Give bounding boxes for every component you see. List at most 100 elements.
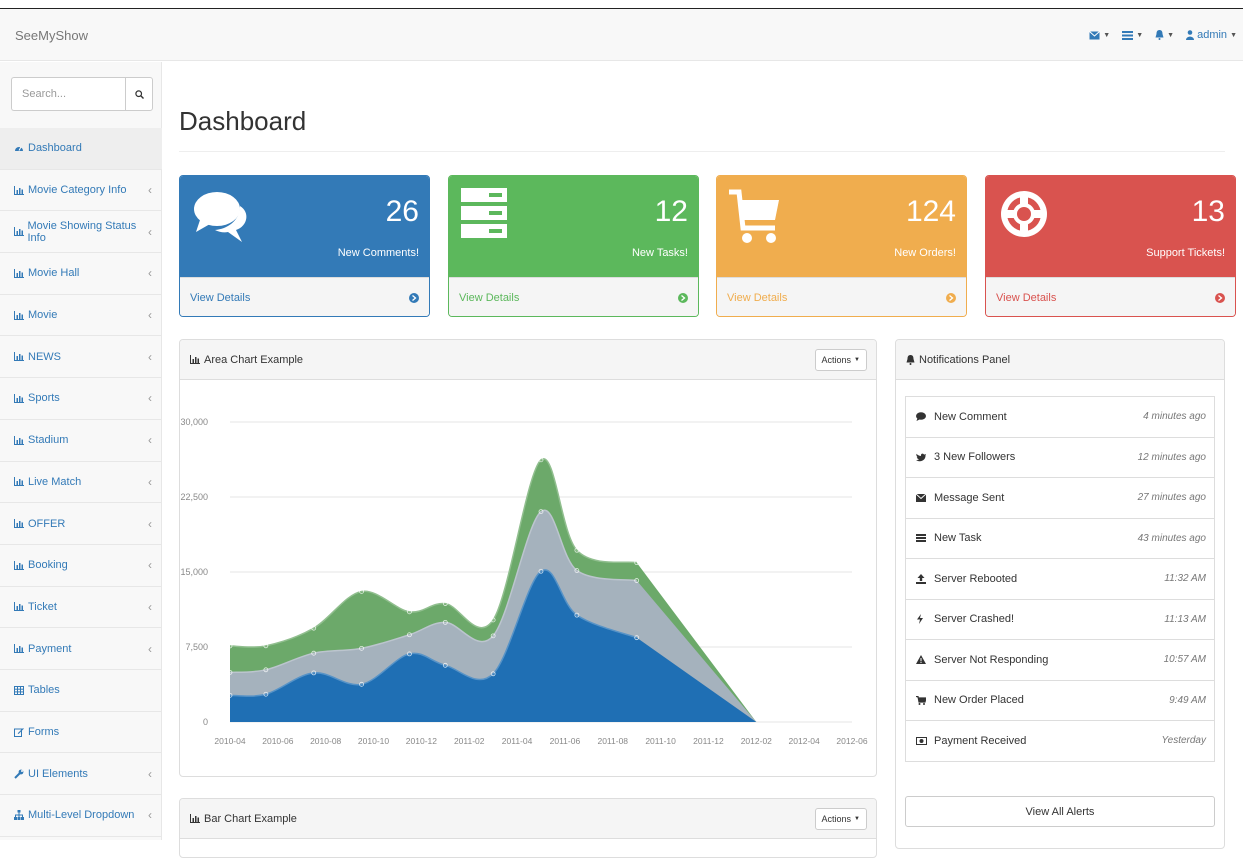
page-title: Dashboard: [179, 106, 1225, 152]
sidebar-item-label: Ticket: [28, 600, 57, 613]
notification-label: New Comment: [934, 410, 1007, 423]
x-tick-label: 2011-12: [693, 736, 724, 746]
brand[interactable]: SeeMyShow: [15, 28, 88, 43]
view-details-link[interactable]: View Details: [986, 277, 1235, 316]
stat-card-support-tickets: 13 Support Tickets! View Details: [985, 175, 1236, 317]
actions-label: Actions: [821, 355, 852, 365]
sidebar-item-payment[interactable]: Payment ‹: [0, 628, 162, 670]
sidebar-item-label: Sports: [28, 392, 60, 405]
notification-item[interactable]: 3 New Followers 12 minutes ago: [905, 436, 1215, 478]
stat-card-new-tasks: 12 New Tasks! View Details: [448, 175, 699, 317]
sidebar-item-movie-hall[interactable]: Movie Hall ‹: [0, 253, 162, 295]
sidebar-item-movie[interactable]: Movie ‹: [0, 295, 162, 337]
y-tick-label: 7,500: [185, 642, 208, 652]
notification-time: Yesterday: [1161, 735, 1206, 747]
twitter-icon: [916, 453, 930, 462]
sidebar-item-label: Movie: [28, 309, 58, 322]
view-details-link[interactable]: View Details: [449, 277, 698, 316]
view-details-link[interactable]: View Details: [717, 277, 966, 316]
sidebar-item-movie-showing-status-info[interactable]: Movie Showing Status Info ‹: [0, 211, 162, 254]
bar-chart-icon: [14, 310, 26, 320]
sidebar-item-sports[interactable]: Sports ‹: [0, 378, 162, 420]
search-button[interactable]: [125, 77, 153, 111]
sidebar-item-offer[interactable]: OFFER ‹: [0, 503, 162, 545]
actions-dropdown[interactable]: Actions ▼: [814, 808, 867, 830]
panel-title: Notifications Panel: [919, 353, 1011, 366]
bar-chart-icon: [14, 560, 26, 570]
user-label: admin: [1197, 29, 1228, 41]
notification-item[interactable]: New Order Placed 9:49 AM: [905, 679, 1215, 721]
sidebar-item-stadium[interactable]: Stadium ‹: [0, 420, 162, 462]
bar-chart-icon: [14, 268, 26, 278]
stat-card-new-orders: 124 New Orders! View Details: [716, 175, 967, 317]
sidebar-item-movie-category-info[interactable]: Movie Category Info ‹: [0, 170, 162, 212]
caret-down-icon: ▼: [1103, 31, 1111, 39]
sidebar-item-forms[interactable]: Forms: [0, 712, 162, 754]
x-tick-label: 2011-06: [550, 736, 581, 746]
panel-heading: Bar Chart Example Actions ▼: [180, 799, 876, 839]
user-dropdown[interactable]: admin ▼: [1186, 29, 1237, 41]
arrow-circle-right-icon: [678, 293, 688, 303]
sidebar-item-label: Movie Category Info: [28, 184, 127, 197]
chevron-left-icon: ‹: [148, 516, 152, 531]
bar-chart-icon: [14, 227, 25, 237]
chevron-left-icon: ‹: [148, 599, 152, 614]
chevron-left-icon: ‹: [148, 266, 152, 281]
notification-item[interactable]: Server Not Responding 10:57 AM: [905, 639, 1215, 681]
envelope-icon: [1089, 30, 1101, 40]
x-tick-label: 2010-10: [358, 736, 389, 746]
sidebar-item-label: UI Elements: [28, 767, 88, 780]
table-icon: [14, 685, 26, 695]
caret-down-icon: ▼: [1136, 31, 1144, 39]
notification-item[interactable]: New Comment 4 minutes ago: [905, 396, 1215, 438]
x-tick-label: 2012-02: [741, 736, 772, 746]
chevron-left-icon: ‹: [148, 349, 152, 364]
warning-icon: [916, 655, 930, 665]
stat-label: New Orders!: [894, 247, 956, 259]
sidebar-item-live-match[interactable]: Live Match ‹: [0, 462, 162, 504]
notification-item[interactable]: Server Crashed! 11:13 AM: [905, 598, 1215, 640]
comment-icon: [916, 412, 930, 422]
actions-dropdown[interactable]: Actions ▼: [814, 349, 867, 371]
stat-heading: 13 Support Tickets!: [986, 176, 1235, 277]
actions-label: Actions: [821, 814, 852, 824]
alerts-dropdown[interactable]: ▼: [1155, 30, 1174, 40]
search-input[interactable]: [11, 77, 125, 111]
sidebar-item-ui-elements[interactable]: UI Elements ‹: [0, 753, 162, 795]
sidebar-item-tables[interactable]: Tables: [0, 670, 162, 712]
bar-chart-icon: [14, 644, 26, 654]
y-tick-label: 15,000: [180, 567, 208, 577]
view-all-alerts-button[interactable]: View All Alerts: [905, 796, 1215, 827]
x-tick-label: 2010-06: [262, 736, 293, 746]
y-tick-label: 22,500: [180, 492, 208, 502]
sidebar-item-label: Movie Hall: [28, 267, 80, 280]
notification-item[interactable]: Payment Received Yesterday: [905, 720, 1215, 762]
comments-icon: [192, 188, 250, 246]
notification-item[interactable]: Server Rebooted 11:32 AM: [905, 558, 1215, 600]
panel-heading: Notifications Panel: [896, 340, 1224, 380]
sidebar-item-multi-level-dropdown[interactable]: Multi-Level Dropdown ‹: [0, 795, 162, 837]
money-icon: [916, 736, 930, 745]
chevron-left-icon: ‹: [148, 558, 152, 573]
messages-dropdown[interactable]: ▼: [1089, 30, 1111, 40]
sidebar-item-news[interactable]: NEWS ‹: [0, 336, 162, 379]
x-tick-label: 2010-08: [310, 736, 341, 746]
notification-item[interactable]: New Task 43 minutes ago: [905, 517, 1215, 559]
view-details-link[interactable]: View Details: [180, 277, 429, 316]
sidebar-item-label: Forms: [28, 725, 60, 738]
chevron-left-icon: ‹: [148, 183, 152, 198]
notification-item[interactable]: Message Sent 27 minutes ago: [905, 477, 1215, 519]
notification-time: 11:32 AM: [1164, 573, 1206, 585]
tasks-dropdown[interactable]: ▼: [1122, 30, 1144, 40]
sidebar-item-booking[interactable]: Booking ‹: [0, 545, 162, 587]
notification-time: 12 minutes ago: [1137, 451, 1206, 463]
arrow-circle-right-icon: [1215, 293, 1225, 303]
search-group: [11, 77, 153, 111]
sidebar-item-ticket[interactable]: Ticket ‹: [0, 587, 162, 629]
y-tick-label: 30,000: [180, 417, 208, 427]
main-content: Dashboard 26 New Comments! View Details 12 N…: [163, 62, 1243, 858]
tasks-icon: [461, 188, 519, 246]
chevron-left-icon: ‹: [148, 641, 152, 656]
view-details-label: View Details: [727, 292, 788, 304]
sidebar-item-dashboard[interactable]: Dashboard: [0, 128, 162, 170]
